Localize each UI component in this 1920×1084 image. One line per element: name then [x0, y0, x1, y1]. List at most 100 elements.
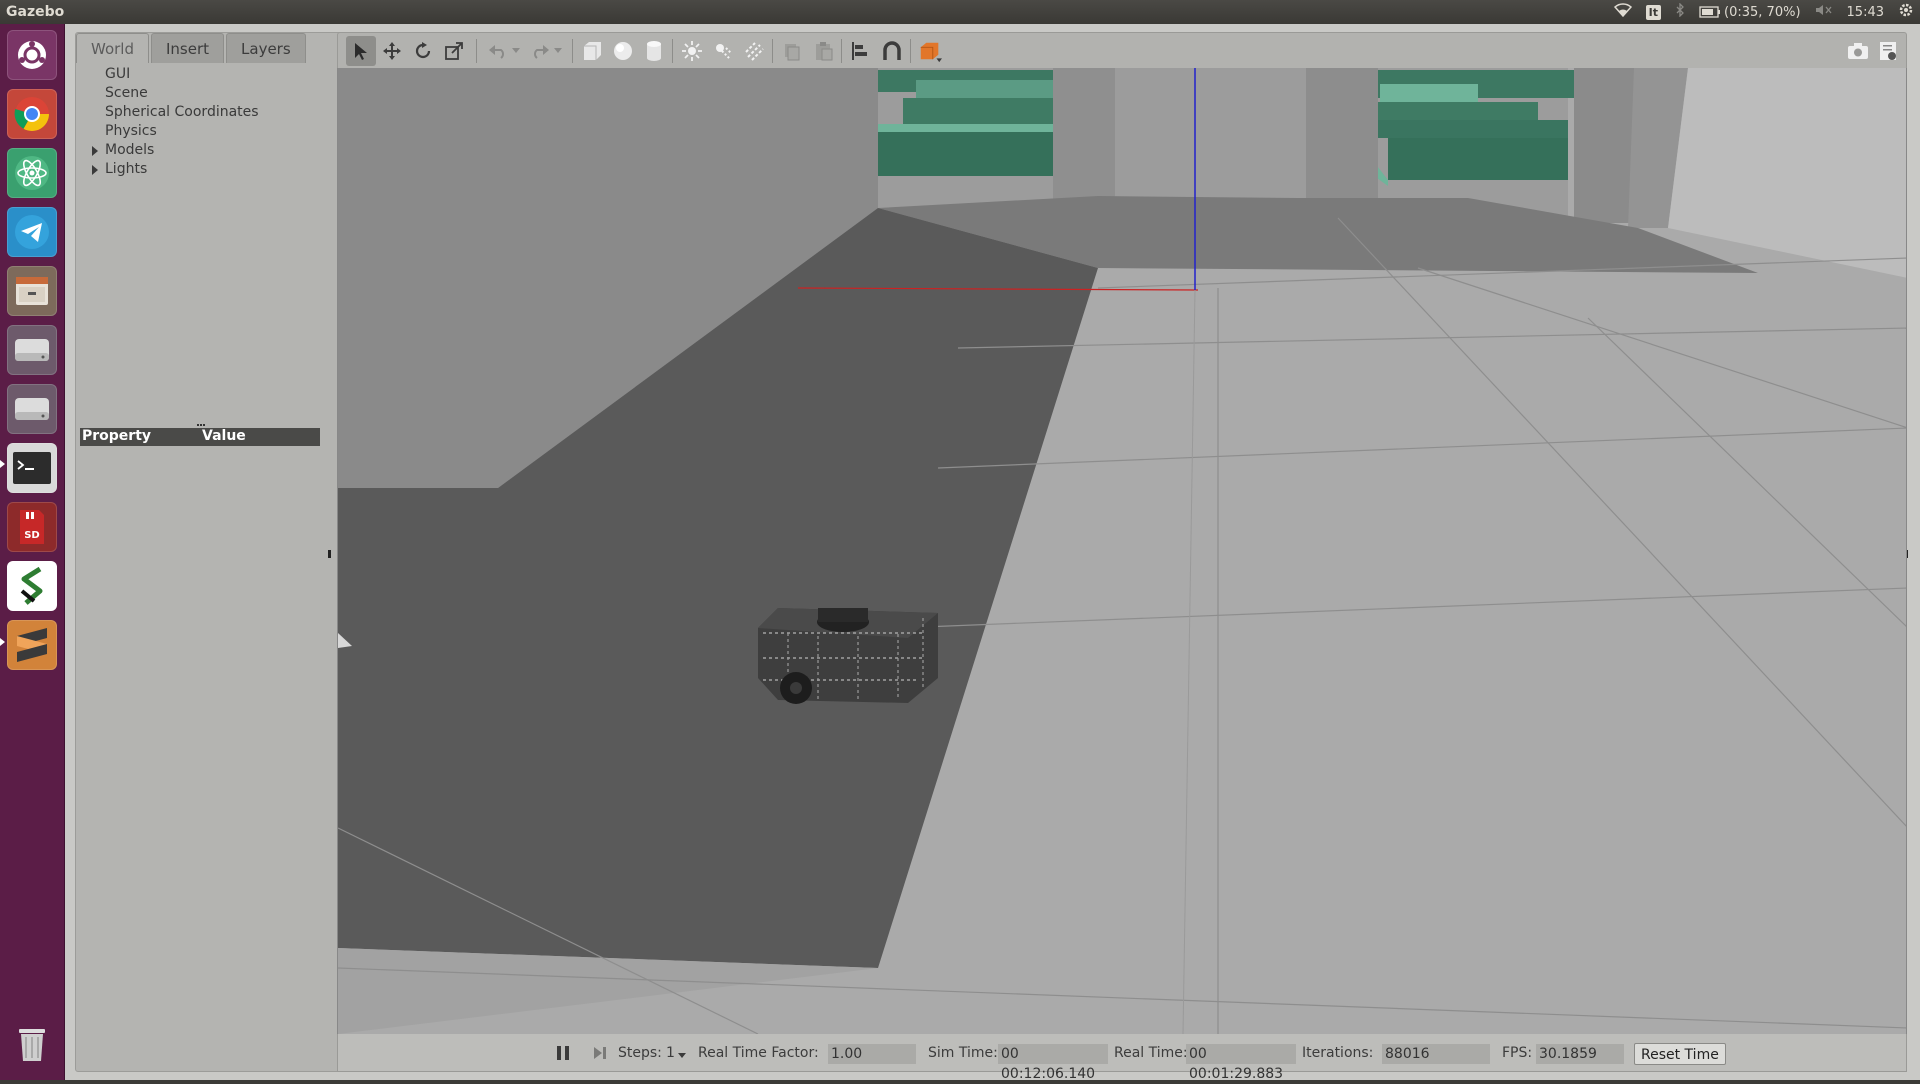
- tree-item-models-label: Models: [105, 142, 155, 158]
- directional-light-button[interactable]: [742, 39, 766, 63]
- terminal-icon[interactable]: [7, 443, 57, 493]
- snap-button[interactable]: [880, 39, 904, 63]
- disk-icon-2[interactable]: [7, 384, 57, 434]
- simulation-bar: Steps: 1 Real Time Factor: 1.00 Sim Time…: [337, 1034, 1907, 1082]
- insert-sphere-button[interactable]: [611, 39, 635, 63]
- insert-cylinder-button[interactable]: [642, 39, 666, 63]
- sd-card-icon[interactable]: SD: [7, 502, 57, 552]
- disk-icon[interactable]: [7, 325, 57, 375]
- keyboard-layout-indicator[interactable]: It: [1645, 4, 1662, 20]
- toolbar-separator: [476, 39, 477, 63]
- top-panel: Gazebo It (0:35, 70%) 15:43: [0, 0, 1920, 24]
- tab-layers[interactable]: Layers: [226, 33, 306, 63]
- redo-icon: [534, 45, 549, 59]
- files-icon[interactable]: [7, 266, 57, 316]
- copy-button[interactable]: [780, 39, 804, 63]
- toolbar-separator: [910, 39, 911, 63]
- paste-icon: [816, 42, 833, 61]
- toolbar-separator: [572, 39, 573, 63]
- insert-box-button[interactable]: [580, 39, 604, 63]
- battery-indicator[interactable]: (0:35, 70%): [1699, 5, 1801, 20]
- point-light-icon: [682, 41, 702, 61]
- chevron-down-icon: [512, 48, 520, 53]
- spot-light-icon: [716, 44, 732, 60]
- undo-icon: [489, 45, 504, 59]
- pause-button[interactable]: [556, 1034, 570, 1072]
- log-data-button[interactable]: [1876, 39, 1900, 63]
- bluetooth-icon[interactable]: [1675, 2, 1685, 21]
- pause-icon: [557, 1046, 569, 1060]
- magnet-icon: [883, 41, 901, 60]
- directional-light-icon: [745, 42, 764, 61]
- rotate-icon: [415, 42, 431, 59]
- toolbar: [337, 32, 1907, 68]
- telegram-icon[interactable]: [7, 207, 57, 257]
- sim-time-field: 00 00:12:06.140: [998, 1044, 1108, 1082]
- value-column-header[interactable]: Value: [200, 428, 246, 446]
- paste-button[interactable]: [811, 39, 835, 63]
- scale-mode-button[interactable]: [442, 39, 466, 63]
- left-splitter-handle[interactable]: [328, 550, 331, 558]
- align-icon: [852, 42, 867, 60]
- toolbar-separator: [841, 39, 842, 63]
- property-column-header[interactable]: Property: [80, 428, 200, 446]
- iterations-label: Iterations:: [1302, 1045, 1374, 1061]
- window-title: Gazebo: [6, 4, 65, 20]
- expand-arrow-icon[interactable]: [92, 146, 98, 156]
- chrome-icon[interactable]: [7, 89, 57, 139]
- translate-mode-button[interactable]: [380, 39, 404, 63]
- undo-history-dropdown[interactable]: [510, 39, 522, 63]
- spot-light-button[interactable]: [711, 39, 735, 63]
- log-icon: [1880, 42, 1896, 60]
- point-light-button[interactable]: [680, 39, 704, 63]
- view-angle-icon: [920, 42, 942, 63]
- gear-icon[interactable]: [1898, 2, 1914, 22]
- screenshot-button[interactable]: [1846, 39, 1870, 63]
- reset-time-button[interactable]: Reset Time: [1634, 1043, 1726, 1065]
- undo-button[interactable]: [486, 39, 510, 63]
- expand-arrow-icon[interactable]: [92, 165, 98, 175]
- move-icon: [383, 42, 401, 60]
- box-icon: [584, 42, 601, 60]
- volume-muted-icon[interactable]: [1815, 3, 1833, 21]
- tab-insert[interactable]: Insert: [151, 33, 225, 63]
- redo-history-dropdown[interactable]: [552, 39, 564, 63]
- rotate-mode-button[interactable]: [411, 39, 435, 63]
- svg-text:SD: SD: [24, 530, 40, 541]
- steps-dropdown[interactable]: [678, 1034, 686, 1072]
- camera-icon: [1848, 43, 1868, 59]
- sublime-icon[interactable]: [7, 620, 57, 670]
- property-splitter-handle[interactable]: [197, 424, 205, 427]
- battery-icon: [1699, 6, 1721, 18]
- wifi-icon[interactable]: [1613, 3, 1632, 21]
- clock[interactable]: 15:43: [1847, 5, 1884, 20]
- cylinder-icon: [647, 41, 661, 61]
- scene-render: [338, 68, 1906, 1034]
- change-view-angle-button[interactable]: [918, 39, 942, 63]
- real-time-field: 00 00:01:29.883: [1186, 1044, 1296, 1082]
- dash-home-icon[interactable]: [7, 30, 57, 80]
- running-indicator-terminal: [0, 460, 5, 468]
- copy-icon: [785, 44, 800, 61]
- align-button[interactable]: [849, 39, 873, 63]
- trash-icon[interactable]: [7, 1018, 57, 1068]
- step-button[interactable]: [592, 1034, 608, 1072]
- atom-icon[interactable]: [7, 148, 57, 198]
- fps-label: FPS:: [1502, 1045, 1533, 1061]
- scene-viewport[interactable]: [337, 68, 1907, 1034]
- steps-spinbox[interactable]: 1: [666, 1034, 675, 1072]
- chevron-down-icon: [554, 48, 562, 53]
- running-indicator-sublime: [0, 638, 5, 646]
- left-panel-tabs: World Insert Layers: [76, 33, 308, 63]
- select-mode-button[interactable]: [346, 36, 376, 66]
- system-tray: It (0:35, 70%) 15:43: [1613, 0, 1914, 24]
- tab-world[interactable]: World: [76, 33, 149, 63]
- sim-time-label: Sim Time:: [928, 1045, 998, 1061]
- scale-icon: [445, 42, 463, 60]
- real-time-label: Real Time:: [1114, 1045, 1188, 1061]
- turtlebot-model[interactable]: [758, 608, 938, 704]
- real-time-factor-label: Real Time Factor:: [698, 1045, 819, 1061]
- redo-button[interactable]: [528, 39, 552, 63]
- app-s-icon[interactable]: [7, 561, 57, 611]
- real-time-factor-field: 1.00: [828, 1044, 916, 1064]
